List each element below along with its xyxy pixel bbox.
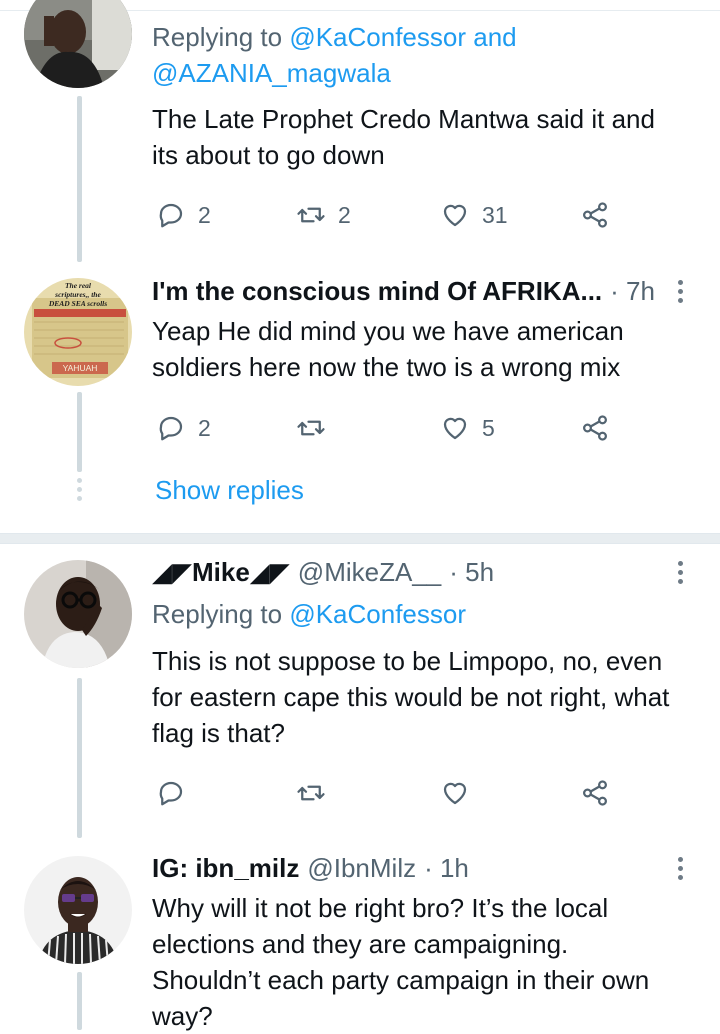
- share-button[interactable]: [580, 195, 610, 235]
- avatar-text: scriptures,, the: [54, 290, 101, 299]
- avatar[interactable]: [24, 560, 132, 668]
- show-replies-link[interactable]: Show replies: [155, 475, 304, 506]
- retweet-button[interactable]: 2: [296, 195, 351, 235]
- heart-icon: [443, 204, 467, 227]
- tweet-header: IG: ibn_milz @IbnMilz · 1h: [152, 850, 676, 886]
- thread-line: [77, 392, 82, 472]
- reply-icon: [159, 203, 183, 228]
- replying-to: Replying to @KaConfessor and @AZANIA_mag…: [152, 22, 517, 88]
- heart-icon: [443, 417, 467, 440]
- mention-link[interactable]: @KaConfessor: [289, 599, 466, 629]
- timestamp[interactable]: · 7h: [610, 276, 655, 307]
- retweet-button[interactable]: [296, 408, 338, 448]
- more-button[interactable]: [668, 853, 692, 883]
- reply-button[interactable]: [156, 773, 198, 813]
- avatar[interactable]: [24, 856, 132, 964]
- mention-link[interactable]: @AZANIA_magwala: [152, 58, 391, 88]
- more-button[interactable]: [668, 276, 692, 306]
- share-icon: [582, 780, 608, 806]
- avatar[interactable]: The real scriptures,, the DEAD SEA scrol…: [24, 278, 132, 386]
- reply-count: 2: [198, 201, 211, 228]
- share-icon: [582, 202, 608, 228]
- reply-icon: [159, 781, 183, 806]
- like-button[interactable]: 31: [440, 195, 508, 235]
- tweet-actions: 2 5: [152, 408, 622, 448]
- username[interactable]: @IbnMilz: [307, 853, 416, 884]
- tweet-text: Why will it not be right bro? It’s the l…: [152, 893, 650, 1031]
- tweet-text: Yeap He did mind you we have american so…: [152, 316, 624, 382]
- tweet-header: I'm the conscious mind Of AFRIKA... · 7h: [152, 273, 676, 309]
- timestamp[interactable]: · 5h: [449, 557, 494, 588]
- section-divider: [0, 533, 720, 544]
- avatar[interactable]: [24, 0, 132, 88]
- more-vertical-icon: [677, 560, 683, 566]
- tweet-actions: [152, 773, 622, 813]
- reply-button[interactable]: 2: [156, 195, 211, 235]
- tweet-text: This is not suppose to be Limpopo, no, e…: [152, 646, 670, 748]
- replying-to: Replying to @KaConfessor: [152, 599, 467, 629]
- like-button[interactable]: 5: [440, 408, 495, 448]
- avatar-text: YAHUAH: [63, 363, 98, 373]
- mention-link[interactable]: @KaConfessor and: [289, 22, 516, 52]
- thread-line: [77, 96, 82, 262]
- reply-count: 2: [198, 414, 211, 441]
- more-button[interactable]: [668, 557, 692, 587]
- tweet-text: The Late Prophet Credo Mantwa said it an…: [152, 104, 655, 170]
- share-button[interactable]: [580, 773, 610, 813]
- tweet-actions: 2 2 31: [152, 195, 622, 235]
- display-name[interactable]: ◢◤Mike◢◤: [152, 557, 290, 588]
- retweet-icon: [297, 785, 325, 801]
- reply-button[interactable]: 2: [156, 408, 211, 448]
- tweet-header: ◢◤Mike◢◤ @MikeZA__ · 5h: [152, 554, 676, 590]
- thread-ellipsis: [75, 478, 84, 501]
- more-vertical-icon: [677, 856, 683, 862]
- username[interactable]: @MikeZA__: [298, 557, 441, 588]
- like-button[interactable]: [440, 773, 482, 813]
- share-icon: [582, 415, 608, 441]
- thread-line: [77, 972, 82, 1030]
- avatar-text: The real: [65, 281, 92, 290]
- like-count: 31: [482, 201, 508, 228]
- heart-icon: [443, 782, 467, 805]
- retweet-icon: [297, 207, 325, 223]
- like-count: 5: [482, 414, 495, 441]
- thread-line: [77, 678, 82, 838]
- display-name[interactable]: I'm the conscious mind Of AFRIKA...: [152, 276, 602, 307]
- share-button[interactable]: [580, 408, 610, 448]
- timestamp[interactable]: · 1h: [424, 853, 469, 884]
- retweet-icon: [297, 420, 325, 436]
- avatar-text: DEAD SEA scrolls: [48, 299, 107, 308]
- retweet-button[interactable]: [296, 773, 338, 813]
- more-vertical-icon: [677, 279, 683, 285]
- display-name[interactable]: IG: ibn_milz: [152, 853, 299, 884]
- retweet-count: 2: [338, 201, 351, 228]
- reply-icon: [159, 416, 183, 441]
